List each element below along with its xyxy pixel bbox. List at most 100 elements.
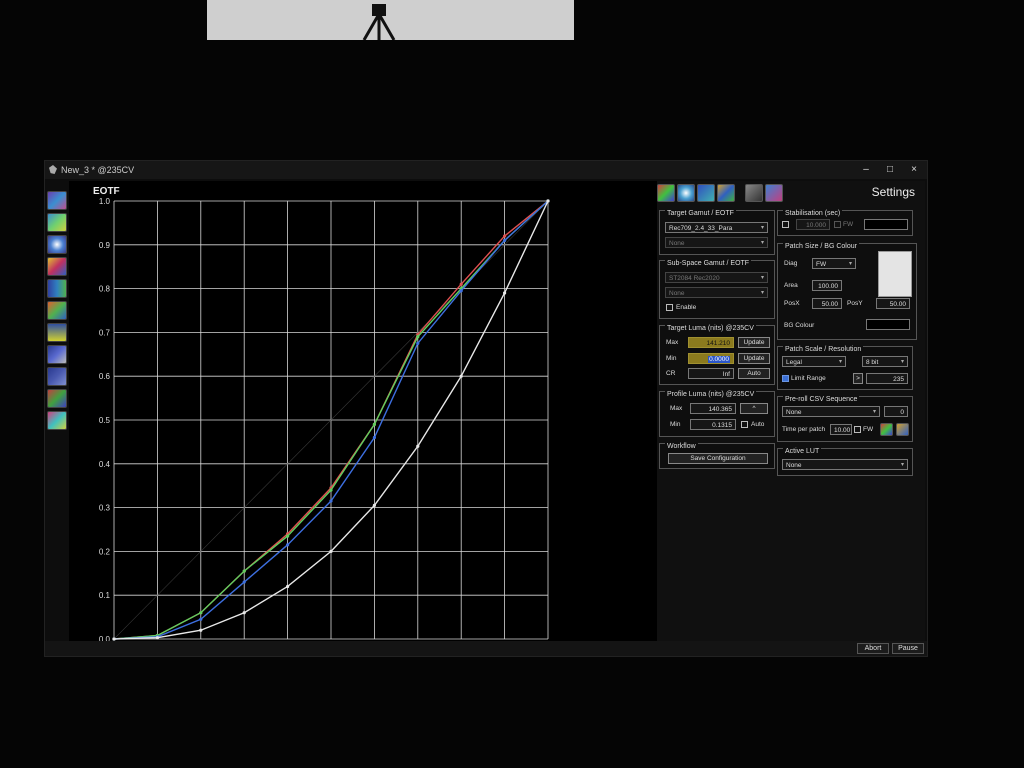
preroll-edit-icon[interactable] [896,423,909,436]
sub-space-eotf-select[interactable]: None ▾ [665,287,768,298]
target-gamut-value: Rec709_2.4_33_Para [669,225,733,232]
sub-space-gamut-select[interactable]: ST2084 Rec2020 ▾ [665,272,768,283]
stabilisation-colour-field[interactable] [864,219,908,230]
data-point [242,569,246,573]
eotf-chart: 0.00.00.10.10.20.20.30.30.40.40.50.50.60… [99,197,554,651]
pause-button[interactable]: Pause [892,643,924,654]
save-configuration-button[interactable]: Save Configuration [668,453,768,464]
data-point [286,543,290,547]
calibrate-icon[interactable] [717,184,735,202]
export-icon[interactable] [765,184,783,202]
target-cr-auto-button[interactable]: Auto [738,368,770,379]
target-max-label: Max [666,339,679,346]
data-point [459,289,463,293]
tool-bars-icon[interactable] [47,323,67,342]
posx-input[interactable]: 50.00 [812,298,842,309]
preroll-title: Pre-roll CSV Sequence [783,396,860,403]
limit-range-input[interactable]: 235 [866,373,908,384]
area-input[interactable]: 100.00 [812,280,842,291]
profile-max-input[interactable]: 140.365 [690,403,736,414]
profile-min-input[interactable]: 0.1315 [690,419,736,430]
tool-grid-icon[interactable] [47,389,67,408]
profile-icon[interactable] [677,184,695,202]
data-point [503,234,507,238]
data-point [242,611,246,615]
app-window: New_3 * @235CV – □ × EOTF 0.00.00.10.10.… [44,160,928,657]
stabilisation-checkbox[interactable] [782,221,789,228]
data-point [459,282,463,286]
preroll-group: Pre-roll CSV Sequence None ▾ 0 Time per p… [777,396,913,442]
sub-space-enable-label: Enable [676,304,697,311]
stabilisation-input[interactable]: 10.000 [796,219,830,230]
data-point [286,584,290,589]
profile-max-copy-button[interactable]: ^ [740,403,768,414]
maximize-button[interactable]: □ [879,163,901,177]
limit-range-checkbox[interactable] [782,375,789,382]
target-gamut-select[interactable]: Rec709_2.4_33_Para ▾ [665,222,768,233]
workflow-title: Workflow [665,443,698,450]
bg-colour-field[interactable] [866,319,910,330]
profile-auto-label: Auto [751,421,765,428]
tool-target-icon[interactable] [47,213,67,232]
tripod-silhouette [362,4,396,40]
patch-colour-swatch[interactable] [878,251,912,297]
preroll-count-input[interactable]: 0 [884,406,908,417]
close-button[interactable]: × [903,163,925,177]
tool-eotf-icon[interactable] [47,345,67,364]
bit-depth-select[interactable]: 8 bit ▾ [862,356,908,367]
abort-button[interactable]: Abort [857,643,889,654]
sub-space-enable-checkbox[interactable] [666,304,673,311]
target-min-input[interactable]: 0.0000 [688,353,734,364]
chevron-down-icon: ▾ [838,359,842,365]
stabilisation-fw-checkbox[interactable] [834,221,841,228]
sub-space-group: Sub-Space Gamut / EOTF ST2084 Rec2020 ▾ N… [659,260,775,319]
data-point [286,534,290,538]
time-per-patch-input[interactable]: 10.00 [830,424,852,435]
posy-label: PosY [847,300,863,307]
profile-luma-group: Profile Luma (nits) @235CV Max 140.365 ^… [659,391,775,437]
y-tick-label: 0.1 [99,591,111,600]
profile-auto-checkbox[interactable] [741,421,748,428]
target-luma-title: Target Luma (nits) @235CV [665,325,756,332]
y-tick-label: 0.9 [99,241,111,250]
active-lut-select[interactable]: None ▾ [782,459,908,470]
y-tick-label: 0.2 [99,547,111,556]
y-tick-label: 0.6 [99,372,111,381]
stabilisation-title: Stabilisation (sec) [783,210,843,217]
tool-gamut-icon[interactable] [47,191,67,210]
target-max-input[interactable]: 141.210 [688,337,734,348]
data-point [503,291,507,295]
profile-min-label: Min [670,421,681,428]
patch-size-group: Patch Size / BG Colour Diag FW ▾ Area 100… [777,243,917,340]
profile-luma-title: Profile Luma (nits) @235CV [665,391,757,398]
minimize-button[interactable]: – [855,163,877,177]
tools-icon[interactable] [745,184,763,202]
posy-input[interactable]: 50.00 [876,298,910,309]
preroll-select[interactable]: None ▾ [782,406,880,417]
diag-label: Diag [784,260,798,267]
data-point [372,503,376,508]
data-point [503,238,507,243]
measure-icon[interactable] [657,184,675,202]
patch-scale-select[interactable]: Legal ▾ [782,356,846,367]
target-cr-label: CR [666,370,676,377]
tool-ramp-icon[interactable] [47,279,67,298]
preroll-fw-checkbox[interactable] [854,426,861,433]
tool-luma-icon[interactable] [47,367,67,386]
target-min-update-button[interactable]: Update [738,353,770,364]
patch-scale-title: Patch Scale / Resolution [783,346,864,353]
preroll-load-icon[interactable] [880,423,893,436]
diag-select[interactable]: FW ▾ [812,258,856,269]
target-eotf-select[interactable]: None ▾ [665,237,768,248]
target-cr-input[interactable]: Inf [688,368,734,379]
left-toolbar [45,191,69,433]
tool-curve-icon[interactable] [47,301,67,320]
tool-spectrum-icon[interactable] [47,257,67,276]
target-max-update-button[interactable]: Update [738,337,770,348]
data-point [416,444,420,448]
limit-range-arrow-button[interactable]: > [853,373,863,384]
tool-cie-icon[interactable] [47,235,67,254]
data-point [372,422,376,426]
tool-cube-icon[interactable] [47,411,67,430]
patterns-icon[interactable] [697,184,715,202]
